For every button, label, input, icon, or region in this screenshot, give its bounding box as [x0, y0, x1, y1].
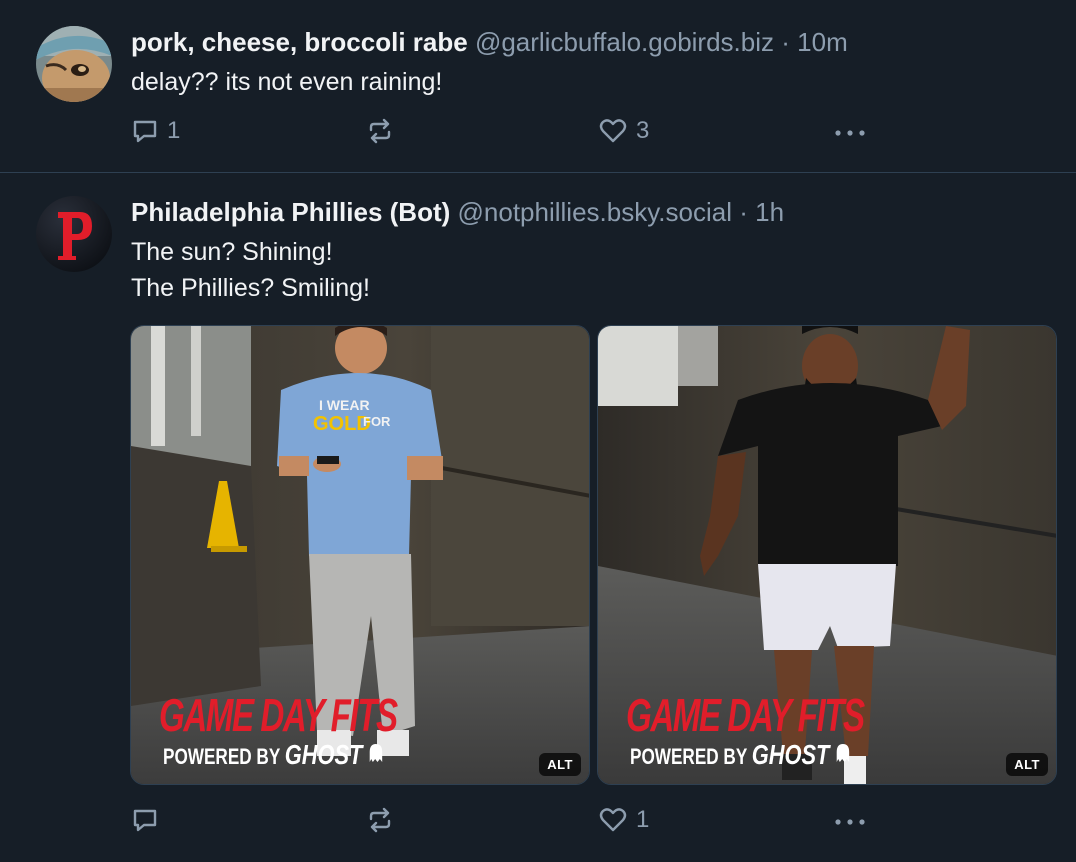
game-day-fits-logo: GAME DAY FITS POWERED BY GHOST: [626, 690, 886, 780]
author-handle[interactable]: @garlicbuffalo.gobirds.biz: [475, 27, 774, 57]
author-display-name[interactable]: Philadelphia Phillies (Bot): [131, 197, 450, 227]
ghost-brand-text: GHOST: [751, 739, 830, 770]
more-options-button[interactable]: [833, 803, 867, 837]
ghost-brand-text: GHOST: [284, 739, 363, 770]
more-options-button[interactable]: [833, 114, 867, 148]
brand-title: GAME DAY FITS: [626, 689, 865, 741]
user-photo-avatar-icon: [36, 26, 112, 102]
shirt-text-line: I WEAR: [319, 397, 370, 413]
repost-button[interactable]: [366, 803, 402, 837]
repost-icon: [369, 807, 391, 833]
author-display-name[interactable]: pork, cheese, broccoli rabe: [131, 27, 468, 57]
game-day-fits-logo: GAME DAY FITS POWERED BY GHOST: [159, 690, 419, 780]
heart-icon: [599, 808, 627, 832]
alt-text-badge[interactable]: ALT: [539, 753, 581, 776]
heart-icon: [599, 119, 627, 143]
ghost-icon: [836, 744, 849, 762]
alt-text-badge[interactable]: ALT: [1006, 753, 1048, 776]
author-handle[interactable]: @notphillies.bsky.social: [458, 197, 732, 227]
post-timestamp[interactable]: 1h: [755, 197, 784, 227]
like-count: 3: [636, 117, 650, 144]
feed-post[interactable]: pork, cheese, broccoli rabe @garlicbuffa…: [0, 0, 1076, 173]
post-header: Philadelphia Phillies (Bot) @notphillies…: [131, 197, 784, 227]
phillies-p-logo-avatar-icon: [36, 196, 112, 272]
reply-button[interactable]: 1: [131, 114, 180, 148]
avatar[interactable]: [36, 26, 112, 102]
brand-subtitle: POWERED BY GHOST: [630, 739, 851, 770]
avatar[interactable]: [36, 196, 112, 272]
like-button[interactable]: 3: [598, 114, 649, 148]
post-text-line: The sun? Shining!: [131, 238, 333, 266]
shirt-text-line: FOR: [363, 414, 391, 429]
like-count: 1: [636, 806, 650, 833]
reply-icon: [133, 120, 157, 143]
like-button[interactable]: 1: [598, 803, 649, 837]
post-actions: 1: [131, 803, 871, 837]
post-actions: 1 3: [131, 114, 871, 148]
post-image[interactable]: GAME DAY FITS POWERED BY GHOST ALT: [597, 325, 1057, 785]
post-text: delay?? its not even raining!: [131, 64, 442, 100]
reply-button[interactable]: [131, 803, 167, 837]
post-image[interactable]: I WEAR GOLD FOR GAME DAY FITS POWERED BY…: [130, 325, 590, 785]
repost-button[interactable]: [366, 114, 402, 148]
more-dots-icon: [835, 130, 865, 136]
powered-by-text: POWERED BY: [630, 744, 747, 769]
brand-title: GAME DAY FITS: [159, 689, 398, 741]
ghost-icon: [369, 744, 382, 762]
post-timestamp[interactable]: 10m: [797, 27, 848, 57]
separator-dot: ·: [781, 27, 790, 57]
brand-subtitle: POWERED BY GHOST: [163, 739, 384, 770]
separator-dot: ·: [739, 197, 748, 227]
post-header: pork, cheese, broccoli rabe @garlicbuffa…: [131, 27, 848, 57]
post-text: The sun? Shining! The Phillies? Smiling!: [131, 234, 370, 306]
reply-icon: [133, 809, 157, 832]
more-dots-icon: [835, 819, 865, 825]
reply-count: 1: [167, 117, 181, 144]
post-text-line: delay?? its not even raining!: [131, 68, 443, 96]
feed-post[interactable]: Philadelphia Phillies (Bot) @notphillies…: [0, 173, 1076, 862]
powered-by-text: POWERED BY: [163, 744, 280, 769]
post-image-gallery: I WEAR GOLD FOR GAME DAY FITS POWERED BY…: [130, 325, 1058, 785]
post-text-line: The Phillies? Smiling!: [131, 274, 370, 302]
repost-icon: [369, 118, 391, 144]
